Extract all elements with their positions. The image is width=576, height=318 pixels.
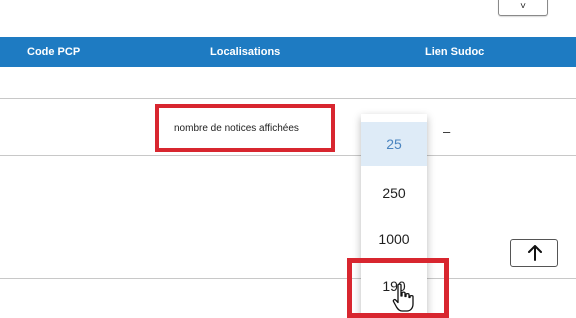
dropdown-toggle-button[interactable]: ˅ — [498, 0, 548, 16]
row-divider — [0, 98, 576, 99]
page-size-option-25[interactable]: 25 — [361, 122, 427, 166]
row-divider — [0, 155, 576, 156]
scroll-to-top-button[interactable] — [510, 239, 558, 267]
row-divider — [0, 278, 576, 279]
arrow-up-icon — [528, 245, 542, 261]
chevron-down-icon: ˅ — [520, 1, 526, 12]
table-header: Code PCP Localisations Lien Sudoc — [0, 37, 576, 67]
column-header-localisations[interactable]: Localisations — [210, 46, 280, 58]
page-size-option-250[interactable]: 250 — [361, 171, 427, 215]
page-size-option-1000[interactable]: 1000 — [361, 217, 427, 261]
lien-sudoc-value: – — [443, 124, 451, 139]
hand-pointer-icon — [392, 283, 414, 312]
column-header-lien-sudoc[interactable]: Lien Sudoc — [425, 46, 484, 58]
highlight-box — [155, 104, 335, 152]
column-header-code-pcp[interactable]: Code PCP — [27, 46, 80, 58]
